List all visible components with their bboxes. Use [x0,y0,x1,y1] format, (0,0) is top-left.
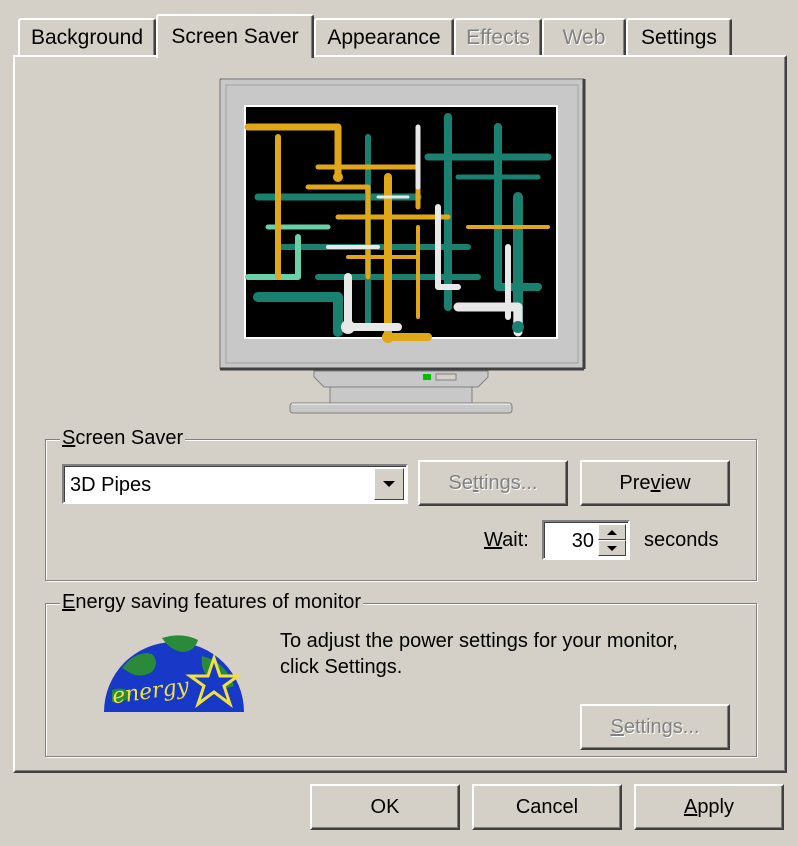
energy-settings-button[interactable]: Settings... [580,704,730,750]
tab-label: Background [30,26,144,49]
tab-panel: Screen Saver 3D Pipes Se t tings... Pre v ie… [13,55,787,773]
screen-saver-select-value: 3D Pipes [70,474,152,496]
wait-stepper[interactable]: 30 [542,520,630,560]
tab-label: Screen Saver [171,25,299,48]
monitor-preview [219,78,586,414]
arrow-up-icon [607,529,617,535]
energy-star-logo: energy [104,635,244,712]
ok-button[interactable]: OK [310,784,460,830]
tab-label: Appearance [327,26,441,49]
stepper-down-button[interactable] [598,540,626,556]
cancel-button[interactable]: Cancel [472,784,622,830]
tab-background[interactable]: Background [18,18,156,56]
energy-group: Energy saving features of monitor energy… [45,591,757,757]
tab-label: Web [562,26,606,49]
chevron-down-icon [383,481,395,487]
screen-saver-settings-button[interactable]: Se t tings... [418,460,568,506]
preview-button[interactable]: Pre v iew [580,460,730,506]
energy-description: To adjust the power settings for your mo… [280,630,678,678]
wait-label: Wait: [484,529,529,551]
stepper-up-button[interactable] [598,524,626,540]
energy-group-label: Energy saving features of monitor [60,591,364,613]
tab-effects[interactable]: Effects [454,18,542,56]
tab-web[interactable]: Web [542,18,626,56]
tab-appearance[interactable]: Appearance [314,18,454,56]
tab-screen-saver[interactable]: Screen Saver [156,14,314,58]
tab-label: Settings [641,26,717,49]
wait-value: 30 [571,530,594,552]
wait-unit: seconds [644,529,719,551]
dropdown-button[interactable] [374,468,404,500]
screen-saver-group: Screen Saver 3D Pipes Se t tings... Pre v ie… [45,427,757,581]
tab-label: Effects [466,26,530,49]
screen-saver-select[interactable]: 3D Pipes [62,464,408,504]
tab-settings[interactable]: Settings [626,18,732,56]
arrow-down-icon [607,545,617,551]
apply-button[interactable]: Apply [634,784,784,830]
screen-saver-group-label: Screen Saver [60,427,186,449]
